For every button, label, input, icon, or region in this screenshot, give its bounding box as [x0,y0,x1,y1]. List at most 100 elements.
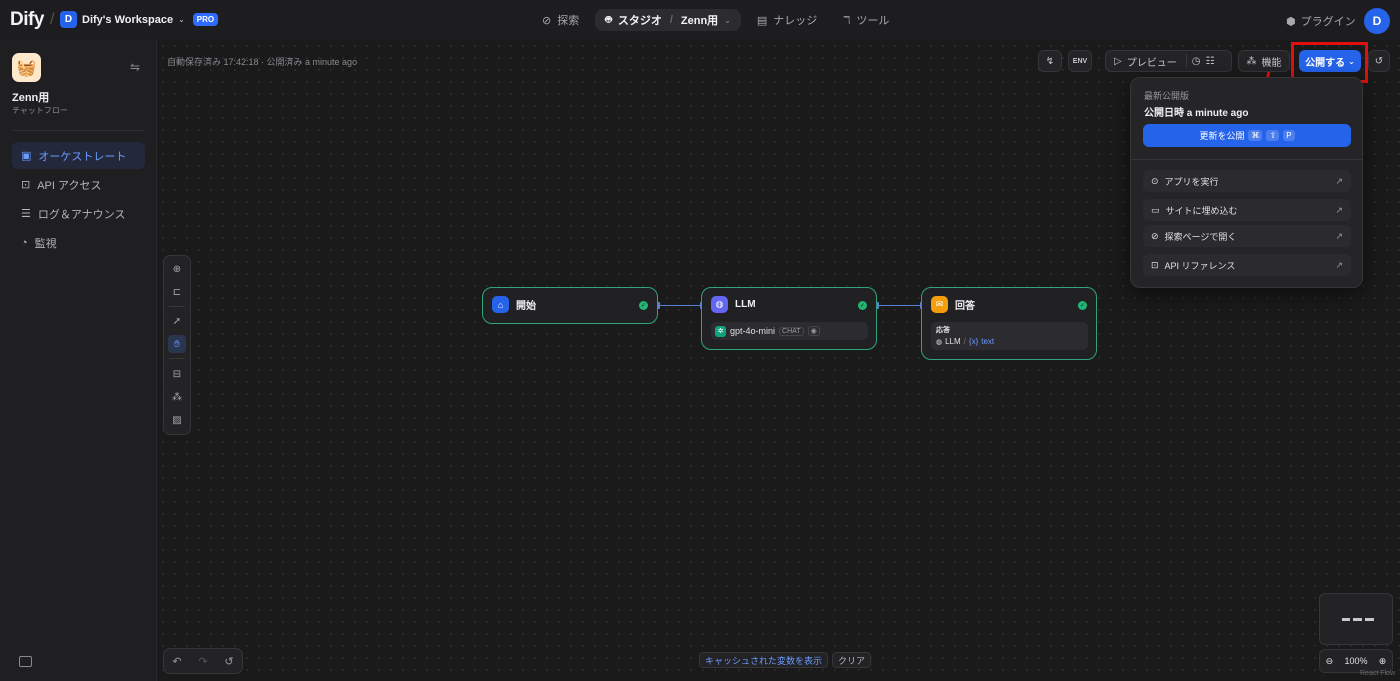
hand-icon[interactable]: ✋︎ [168,335,186,353]
compass-icon: ⊘ [1151,230,1159,241]
pointer-icon[interactable]: ➚ [168,312,186,330]
model-name: gpt-4o-mini [730,326,776,336]
env-button[interactable]: ENV [1068,50,1092,72]
hammer-icon: ℸ [843,14,851,27]
clear-cache-button[interactable]: クリア [832,652,872,668]
shortcut-key: ⌘ [1248,130,1263,141]
workspace-switcher[interactable]: D Dify's Workspace ⌄ PRO [60,11,219,28]
run-app-item[interactable]: ⊙ アプリを実行 ↗ [1143,170,1351,192]
sidebar-item-orchestrate[interactable]: ▣ オーケストレート [12,142,145,169]
sidebar-item-monitor[interactable]: ◔ 監視 [12,229,145,256]
app-settings-icon[interactable]: ⇋ [130,60,140,74]
nav-knowledge-label: ナレッジ [773,15,818,27]
react-flow-attribution[interactable]: React Flow [1360,670,1395,677]
menu-item-label: API リファレンス [1164,260,1236,271]
external-link-icon: ↗ [1335,259,1343,270]
nav-studio-app-label[interactable]: Zenn用 [681,12,718,28]
nav-tools-label: ツール [856,15,890,27]
nav-separator: / [669,14,673,26]
sidebar-item-api-access[interactable]: ⊡ API アクセス [12,171,145,198]
zoom-in-icon[interactable]: ⊕ [1379,656,1387,667]
llm-icon: ◍ [711,296,728,313]
variables-icon[interactable]: ☷ [1205,56,1214,67]
log-icon: ☰ [21,208,31,220]
history-run-icon[interactable]: ◷ [1192,56,1201,67]
sidebar-item-logs[interactable]: ☰ ログ＆アナウンス [12,200,145,227]
checklist-icon: ↯ [1045,55,1055,67]
menu-item-label: アプリを実行 [1164,176,1219,187]
nav-plugins[interactable]: ⬢ プラグイン [1286,13,1356,29]
answer-label: 応答 [936,327,950,334]
openai-icon: ✲ [715,325,726,337]
nav-studio[interactable]: 🤖︎ スタジオ / Zenn用 ⌄ [595,9,741,31]
preview-group: ▷ プレビュー ◷ ☷ [1105,50,1232,72]
undo-redo-bar: ↶ ↷ ↺ [163,648,243,674]
answer-variable: ◍ LLM / {x} text [936,337,1083,346]
nav-explore[interactable]: ⊘ 探索 [532,9,589,31]
cache-bar: キャッシュされた変数を表示 クリア [699,652,872,668]
preview-button[interactable]: プレビュー [1127,54,1177,69]
add-note-icon[interactable]: ⊏ [168,283,186,301]
history-icon[interactable]: ↺ [224,655,233,668]
organize-icon[interactable]: ⁂ [168,388,186,406]
variable-separator: / [963,337,966,346]
node-answer[interactable]: ✉ 回答 ✓ 応答 ◍ LLM / {x} text [921,287,1097,360]
nav-knowledge[interactable]: ▤ ナレッジ [747,9,827,31]
canvas-tools: ⊕ ⊏ ➚ ✋︎ ⊟ ⁂ ▨ [163,255,191,435]
app-sidebar: 🧺 ⇋ Zenn用 チャットフロー ▣ オーケストレート ⊡ API アクセス … [0,40,157,681]
answer-preview: 応答 ◍ LLM / {x} text [931,322,1088,350]
eye-icon: ◉ [807,326,820,336]
node-llm[interactable]: ◍ LLM ✓ ✲ gpt-4o-mini CHAT ◉ [701,287,877,350]
features-button[interactable]: ⁂ 機能 [1238,50,1290,72]
menu-item-label: サイトに埋め込む [1165,205,1238,216]
toolbar-divider [1185,54,1187,68]
workspace-name: Dify's Workspace [82,13,174,26]
sidebar-item-label: 監視 [34,237,57,250]
redo-icon[interactable]: ↷ [198,655,207,668]
tools-divider [169,358,185,359]
publish-dropdown: 最新公開版 公開日時 a minute ago 更新を公開 ⌘ ⇧ P ⊙ アプ… [1130,77,1363,288]
minimap-toggle-icon[interactable]: ▨ [168,411,186,429]
plan-badge: PRO [192,13,219,26]
edge-llm-answer [877,305,922,306]
minimap-node [1342,618,1350,621]
monitor-icon: ◔ [21,236,28,249]
published-time: 公開日時 a minute ago [1144,108,1249,119]
edge-start-llm [658,305,702,306]
user-avatar[interactable]: D [1364,8,1390,34]
autosave-status: 自動保存済み 17:42:18 · 公開済み a minute ago [167,57,358,67]
nav-plugins-label: プラグイン [1300,16,1356,28]
add-node-icon[interactable]: ⊕ [168,260,186,278]
env-icon: ENV [1072,57,1088,65]
minimap[interactable] [1319,593,1393,645]
terminal-icon: ⊡ [1151,259,1159,270]
zoom-level[interactable]: 100% [1344,656,1367,666]
main-nav: ⊘ 探索 🤖︎ スタジオ / Zenn用 ⌄ ▤ ナレッジ ℸ ツール [532,9,899,31]
open-explore-item[interactable]: ⊘ 探索ページで開く ↗ [1143,225,1351,247]
embed-site-item[interactable]: ▭ サイトに埋め込む ↗ [1143,199,1351,221]
home-icon: ⌂ [492,296,509,313]
latest-version-label: 最新公開版 [1144,91,1190,101]
model-selector[interactable]: ✲ gpt-4o-mini CHAT ◉ [711,322,868,340]
show-cache-button[interactable]: キャッシュされた変数を表示 [699,652,829,668]
nav-tools[interactable]: ℸ ツール [833,9,899,31]
undo-icon[interactable]: ↶ [172,655,181,668]
version-history-button[interactable]: ↺ [1368,50,1390,72]
model-mode-tag: CHAT [779,326,804,336]
sidebar-collapse-icon[interactable] [19,656,32,667]
sidebar-item-label: ログ＆アナウンス [37,208,126,221]
app-type: チャットフロー [12,106,68,115]
checklist-button[interactable]: ↯ [1038,50,1062,72]
api-reference-item[interactable]: ⊡ API リファレンス ↗ [1143,254,1351,276]
node-start[interactable]: ⌂ 開始 ✓ [482,287,658,324]
variable-source: LLM [945,337,961,346]
dify-logo[interactable]: Dify [10,9,44,31]
chevron-down-icon: ⌄ [724,15,731,25]
menu-item-label: 探索ページで開く [1164,231,1237,242]
update-publish-button[interactable]: 更新を公開 ⌘ ⇧ P [1143,124,1351,147]
update-publish-label: 更新を公開 [1199,131,1245,141]
zoom-out-icon[interactable]: ⊖ [1326,656,1334,667]
features-label: 機能 [1261,57,1282,69]
export-image-icon[interactable]: ⊟ [168,365,186,383]
embed-icon: ▭ [1151,204,1160,215]
